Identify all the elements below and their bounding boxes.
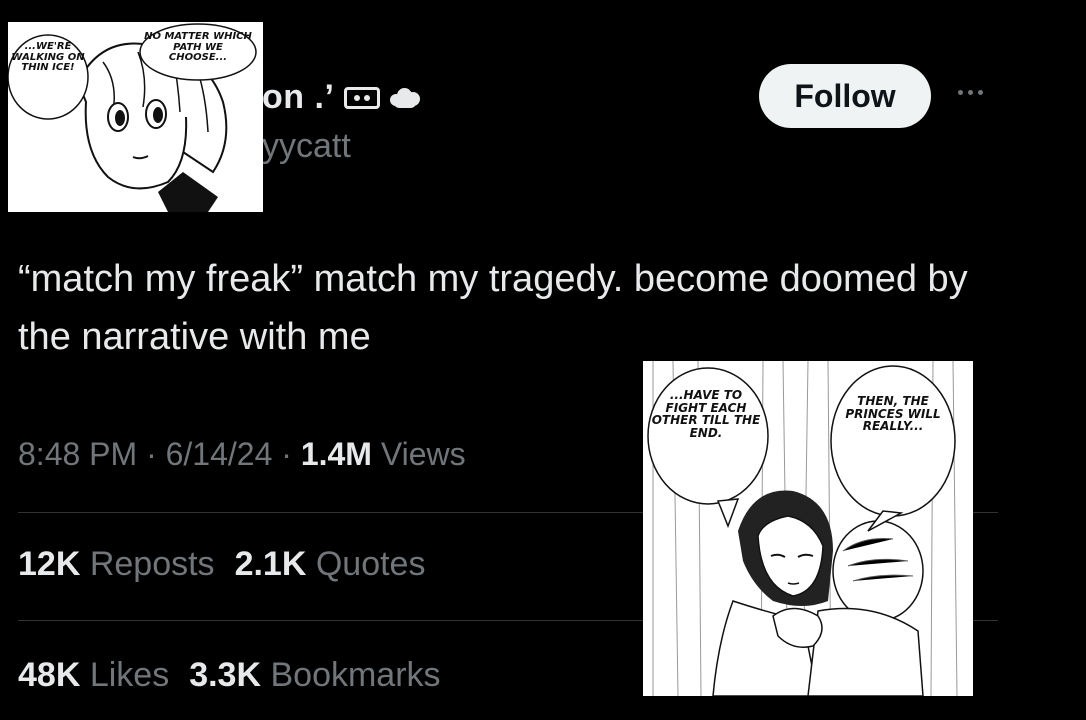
engagement-row-1: 12K Reposts 2.1K Quotes — [18, 545, 425, 584]
more-options-icon[interactable] — [958, 90, 983, 95]
tweet-text: “match my freak” match my tragedy. becom… — [18, 258, 968, 358]
tweet-time[interactable]: 8:48 PM — [18, 436, 137, 472]
views-count: 1.4M — [300, 436, 372, 472]
cloud-icon — [390, 87, 421, 108]
speech-bubble-left: ...HAVE TO FIGHT EACH OTHER TILL THE END… — [651, 388, 761, 440]
cassette-icon — [344, 86, 381, 109]
display-name[interactable]: on .’ — [262, 78, 334, 117]
follow-button[interactable]: Follow — [759, 64, 931, 128]
quotes-stat[interactable]: 2.1K Quotes — [235, 545, 426, 583]
reposts-stat[interactable]: 12K Reposts — [18, 545, 215, 583]
manga-panel-bottom: ...HAVE TO FIGHT EACH OTHER TILL THE END… — [643, 361, 973, 696]
likes-stat[interactable]: 48K Likes — [18, 656, 169, 694]
bookmarks-stat[interactable]: 3.3K Bookmarks — [189, 656, 440, 694]
engagement-row-2: 48K Likes 3.3K Bookmarks — [18, 656, 441, 695]
speech-bubble-right: NO MATTER WHICH PATH WE CHOOSE... — [144, 31, 252, 63]
profile-name-row[interactable]: on .’ — [262, 78, 421, 117]
manga-panel-top: ...WE'RE WALKING ON THIN ICE! NO MATTER … — [8, 22, 263, 212]
tweet-meta: 8:48 PM · 6/14/24 · 1.4M Views — [18, 436, 466, 472]
tweet-date[interactable]: 6/14/24 — [166, 436, 273, 472]
speech-bubble-left: ...WE'RE WALKING ON THIN ICE! — [11, 41, 85, 73]
user-handle[interactable]: yycatt — [262, 127, 351, 166]
views-label: Views — [371, 436, 466, 472]
speech-bubble-right: THEN, THE PRINCES WILL REALLY... — [845, 394, 941, 434]
